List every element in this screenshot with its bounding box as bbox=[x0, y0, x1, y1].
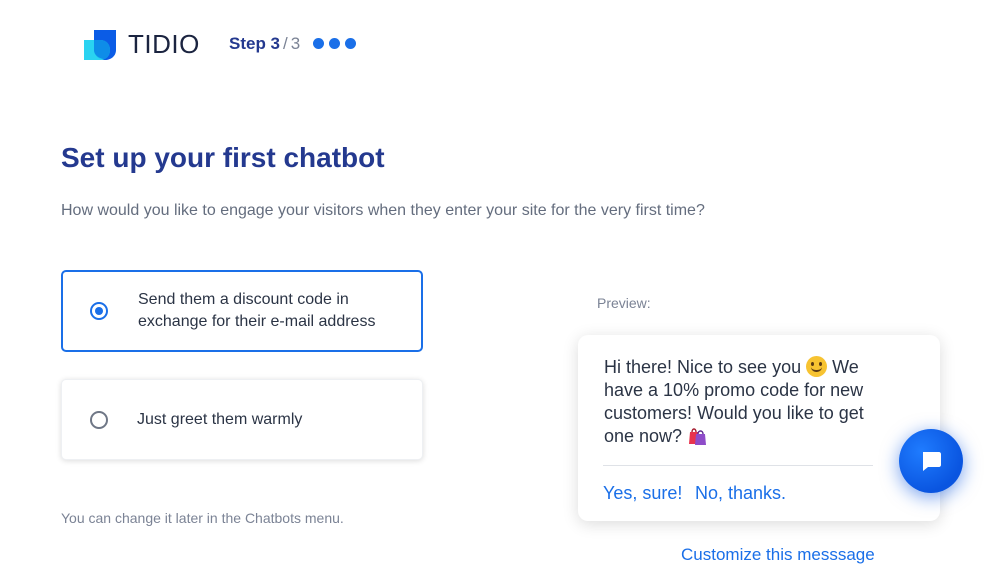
shopping-bags-emoji-icon bbox=[687, 425, 708, 446]
customize-message-link[interactable]: Customize this messsage bbox=[681, 545, 875, 565]
logo-text: TIDIO bbox=[128, 28, 200, 59]
reply-no-button[interactable]: No, thanks. bbox=[695, 483, 786, 504]
chat-preview-card: Hi there! Nice to see you We have a 10% … bbox=[578, 335, 940, 521]
chat-launcher-button[interactable] bbox=[899, 429, 963, 493]
progress-dot bbox=[329, 38, 340, 49]
radio-unselected-icon[interactable] bbox=[90, 410, 108, 429]
preview-label: Preview: bbox=[597, 295, 651, 311]
progress-dot bbox=[313, 38, 324, 49]
step-label: Step 3 bbox=[229, 34, 281, 53]
smile-emoji-icon bbox=[806, 356, 828, 377]
page-title: Set up your first chatbot bbox=[61, 142, 385, 173]
step-total: 3 bbox=[290, 34, 301, 53]
page-subtitle: How would you like to engage your visito… bbox=[61, 202, 705, 219]
reply-yes-button[interactable]: Yes, sure! bbox=[603, 483, 682, 504]
tidio-logo: TIDIO bbox=[82, 26, 200, 62]
step-separator: / bbox=[283, 34, 288, 53]
change-later-note: You can change it later in the Chatbots … bbox=[61, 510, 344, 526]
preview-message: Hi there! Nice to see you We have a 10% … bbox=[604, 356, 884, 448]
radio-selected-icon[interactable] bbox=[90, 302, 108, 320]
option-label: Just greet them warmly bbox=[137, 410, 303, 428]
preview-divider bbox=[603, 465, 873, 466]
progress-dot bbox=[345, 38, 356, 49]
option-label: Send them a discount code in exchange fo… bbox=[138, 291, 376, 330]
option-greet-warmly[interactable]: Just greet them warmly bbox=[61, 379, 423, 460]
chat-bubble-icon bbox=[923, 452, 941, 471]
option-discount-code[interactable]: Send them a discount code in exchange fo… bbox=[61, 270, 423, 352]
progress-dots bbox=[313, 38, 356, 49]
tidio-logo-icon bbox=[82, 26, 120, 62]
step-indicator: Step 3 / 3 bbox=[229, 34, 300, 54]
preview-message-part1: Hi there! Nice to see you bbox=[604, 357, 802, 377]
